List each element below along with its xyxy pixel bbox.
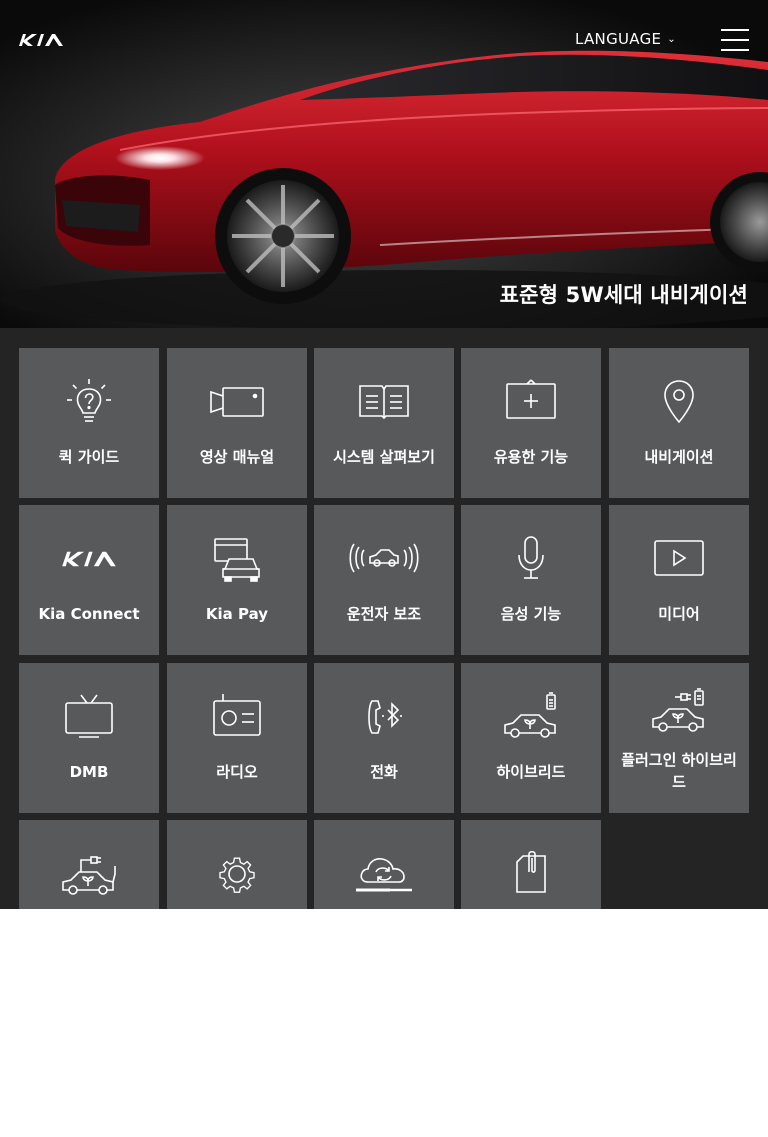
tile-quick-guide[interactable]: 퀵 가이드 <box>19 348 159 498</box>
clip-document-icon <box>516 850 546 893</box>
tile-label: 전화 <box>370 763 398 781</box>
play-screen-icon <box>654 540 704 576</box>
tile-label: 플러그인 하이브리드 <box>621 751 737 791</box>
tile-hybrid[interactable]: 하이브리드 <box>461 663 601 813</box>
tile-label: 유용한 기능 <box>493 448 569 466</box>
tile-settings[interactable] <box>167 820 307 909</box>
tile-clip-document[interactable] <box>461 820 601 909</box>
tile-label: 내비게이션 <box>644 448 714 466</box>
tile-label: 영상 매뉴얼 <box>199 448 275 466</box>
ev-car-plug-icon <box>62 856 116 895</box>
plus-box-icon <box>506 379 556 419</box>
tile-label: 미디어 <box>658 605 700 623</box>
tile-plugin-hybrid[interactable]: 플러그인 하이브리드 <box>609 663 749 813</box>
tv-icon <box>65 694 113 738</box>
car-sensor-icon <box>349 543 419 573</box>
page: LANGUAGE ⌄ 표준형 5W세대 내비게이션 퀵 가이드 영상 매뉴얼 시… <box>0 0 768 1137</box>
tile-label: 시스템 살펴보기 <box>333 448 435 466</box>
tile-driver-assistance[interactable]: 운전자 보조 <box>314 505 454 655</box>
tile-label: 운전자 보조 <box>346 605 422 623</box>
language-label: LANGUAGE <box>575 30 662 48</box>
chevron-down-icon: ⌄ <box>667 34 676 45</box>
map-pin-icon <box>664 380 694 424</box>
video-camera-icon <box>210 387 264 417</box>
tile-label: DMB <box>69 763 109 781</box>
tile-phone[interactable]: 전화 <box>314 663 454 813</box>
top-bar: LANGUAGE ⌄ <box>0 0 768 80</box>
tile-media[interactable]: 미디어 <box>609 505 749 655</box>
hamburger-menu-button[interactable] <box>721 28 749 52</box>
tile-system-overview[interactable]: 시스템 살펴보기 <box>314 348 454 498</box>
tile-label: 퀵 가이드 <box>58 448 120 466</box>
tile-video-manual[interactable]: 영상 매뉴얼 <box>167 348 307 498</box>
hamburger-line <box>721 29 749 31</box>
tile-label: Kia Pay <box>205 605 269 623</box>
radio-icon <box>213 694 261 736</box>
page-title: 표준형 5W세대 내비게이션 <box>499 283 748 307</box>
tile-dmb[interactable]: DMB <box>19 663 159 813</box>
tile-software-update[interactable] <box>314 820 454 909</box>
phone-bluetooth-icon <box>368 700 402 734</box>
microphone-icon <box>518 536 544 579</box>
tile-radio[interactable]: 라디오 <box>167 663 307 813</box>
plugin-hybrid-car-icon <box>652 688 704 732</box>
hybrid-car-icon <box>504 692 556 738</box>
open-book-icon <box>359 385 409 420</box>
tile-useful-features[interactable]: 유용한 기능 <box>461 348 601 498</box>
kia-logo-icon <box>62 551 116 567</box>
kia-logo[interactable] <box>18 31 64 49</box>
hamburger-line <box>721 49 749 51</box>
tile-label: 라디오 <box>216 763 258 781</box>
language-selector[interactable]: LANGUAGE ⌄ <box>575 30 676 48</box>
tile-voice-features[interactable]: 음성 기능 <box>461 505 601 655</box>
tile-navigation[interactable]: 내비게이션 <box>609 348 749 498</box>
cloud-sync-icon <box>356 858 412 892</box>
tile-electric[interactable] <box>19 820 159 909</box>
gear-icon <box>219 857 255 893</box>
tile-kia-pay[interactable]: Kia Pay <box>167 505 307 655</box>
tile-label: 하이브리드 <box>496 763 566 781</box>
tile-label: 음성 기능 <box>500 605 562 623</box>
hamburger-line <box>721 39 749 41</box>
menu-grid: 퀵 가이드 영상 매뉴얼 시스템 살펴보기 유용한 기능 내비게이션 Kia C… <box>0 328 768 909</box>
tile-label: Kia Connect <box>38 605 140 623</box>
card-car-icon <box>214 538 260 582</box>
hero-banner: LANGUAGE ⌄ 표준형 5W세대 내비게이션 <box>0 0 768 328</box>
lightbulb-question-icon <box>67 379 111 422</box>
tile-kia-connect[interactable]: Kia Connect <box>19 505 159 655</box>
